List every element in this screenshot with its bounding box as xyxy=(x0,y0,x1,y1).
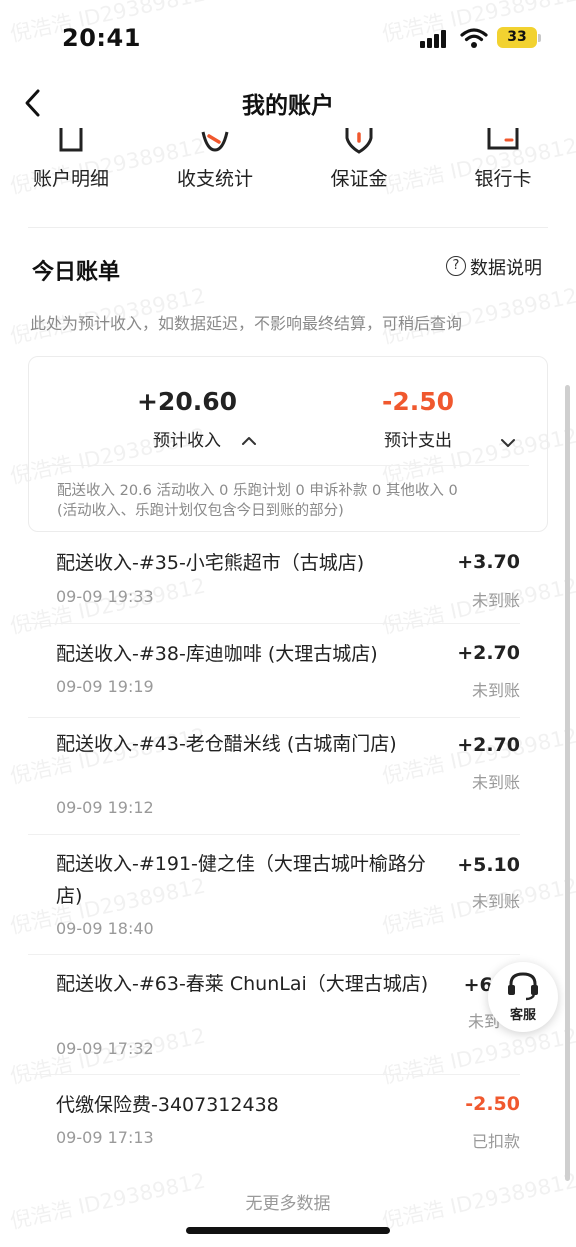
record-amount: +3.70 xyxy=(457,551,520,573)
shortcut-label: 银行卡 xyxy=(474,168,532,190)
income-summary[interactable]: +20.60 预计收入 xyxy=(87,387,287,451)
divider xyxy=(28,227,548,228)
headset-icon xyxy=(508,972,538,1001)
data-explain-label: 数据说明 xyxy=(470,258,542,279)
list-item[interactable]: 配送收入-#35-小宅熊超市（古城店) 09-09 19:33 +3.70 未到… xyxy=(28,540,520,624)
record-status: 未到账 xyxy=(471,773,520,792)
document-icon xyxy=(59,128,83,152)
page-title: 我的账户 xyxy=(242,93,334,119)
record-time: 09-09 18:40 xyxy=(56,919,154,938)
chevron-down-icon[interactable] xyxy=(500,438,516,448)
status-bar: 20:41 33 xyxy=(0,0,576,72)
list-item[interactable]: 代缴保险费-3407312438 09-09 17:13 -2.50 已扣款 xyxy=(28,1075,520,1167)
nav-bar: 我的账户 xyxy=(0,72,576,132)
home-indicator[interactable] xyxy=(186,1227,390,1234)
section-title: 今日账单 xyxy=(32,260,121,285)
customer-service-button[interactable]: 客服 xyxy=(488,962,558,1032)
record-title: 代缴保险费-3407312438 xyxy=(56,1094,279,1116)
shortcut-deposit[interactable]: 保证金 xyxy=(299,128,419,226)
chevron-up-icon[interactable] xyxy=(241,436,257,446)
record-time: 09-09 19:19 xyxy=(56,677,154,696)
record-amount: -2.50 xyxy=(465,1093,520,1115)
record-title: 配送收入-#63-春莱 ChunLai（大理古城店) xyxy=(56,973,429,995)
shortcut-bank-card[interactable]: 银行卡 xyxy=(443,128,563,226)
divider xyxy=(47,465,529,466)
shortcut-label: 保证金 xyxy=(330,168,388,190)
record-time: 09-09 17:13 xyxy=(56,1128,154,1147)
record-amount: +2.70 xyxy=(457,734,520,756)
notice-text: 此处为预计收入，如数据延迟，不影响最终结算，可稍后查询 xyxy=(30,314,463,333)
scrollbar[interactable] xyxy=(565,385,570,1181)
income-label: 预计收入 xyxy=(153,431,221,451)
card-icon xyxy=(487,128,519,150)
shortcut-label: 账户明细 xyxy=(32,168,109,190)
breakdown-note: (活动收入、乐跑计划仅包含今日到账的部分) xyxy=(57,503,344,519)
shortcut-row: 账户明细 收支统计 保证金 银行卡 xyxy=(0,128,576,226)
list-item[interactable]: 配送收入-#63-春莱 ChunLai（大理古城店) 09-09 17:32 +… xyxy=(28,955,520,1075)
shortcut-account-detail[interactable]: 账户明细 xyxy=(11,128,131,226)
expense-label: 预计支出 xyxy=(384,431,452,451)
expense-summary[interactable]: -2.50 预计支出 xyxy=(318,387,518,451)
list-item[interactable]: 配送收入-#191-健之佳（大理古城叶榆路分店) 09-09 18:40 +5.… xyxy=(28,835,520,955)
record-amount: +2.70 xyxy=(457,642,520,664)
record-time: 09-09 17:32 xyxy=(56,1039,154,1058)
income-amount: +20.60 xyxy=(136,387,238,416)
record-title: 配送收入-#43-老仓醋米线 (古城南门店) xyxy=(56,733,397,755)
record-title: 配送收入-#35-小宅熊超市（古城店) xyxy=(56,552,365,574)
record-status: 未到账 xyxy=(471,591,520,610)
record-amount: +5.10 xyxy=(457,854,520,876)
expense-amount: -2.50 xyxy=(381,387,455,416)
record-time: 09-09 19:33 xyxy=(56,587,154,606)
customer-service-label: 客服 xyxy=(509,1008,536,1023)
record-title: 配送收入-#191-健之佳（大理古城叶榆路分店) xyxy=(56,853,426,907)
record-title: 配送收入-#38-库迪咖啡 (大理古城店) xyxy=(56,643,378,665)
record-status: 未到账 xyxy=(471,892,520,911)
signal-icon xyxy=(420,30,450,48)
wifi-icon xyxy=(460,28,488,48)
battery-icon: 33 xyxy=(497,27,537,48)
breakdown-line: 配送收入 20.6 活动收入 0 乐跑计划 0 申诉补款 0 其他收入 0 xyxy=(57,483,458,499)
status-time: 20:41 xyxy=(62,24,141,52)
income-breakdown: 配送收入 20.6 活动收入 0 乐跑计划 0 申诉补款 0 其他收入 0 (活… xyxy=(57,481,537,521)
shortcut-stats[interactable]: 收支统计 xyxy=(155,128,275,226)
chart-icon xyxy=(201,131,229,152)
list-item[interactable]: 配送收入-#43-老仓醋米线 (古城南门店) 09-09 19:12 +2.70… xyxy=(28,718,520,835)
record-time: 09-09 19:12 xyxy=(56,798,154,817)
battery-tip xyxy=(538,34,541,42)
list-item[interactable]: 配送收入-#38-库迪咖啡 (大理古城店) 09-09 19:19 +2.70 … xyxy=(28,624,520,718)
record-status: 已扣款 xyxy=(471,1132,520,1151)
summary-card: +20.60 预计收入 -2.50 预计支出 配送收入 20.6 活动收入 0 … xyxy=(28,356,548,532)
record-status: 未到账 xyxy=(471,681,520,700)
shield-icon xyxy=(345,128,373,154)
question-icon: ? xyxy=(446,256,466,276)
no-more-text: 无更多数据 xyxy=(245,1194,331,1214)
shortcut-label: 收支统计 xyxy=(176,168,253,190)
